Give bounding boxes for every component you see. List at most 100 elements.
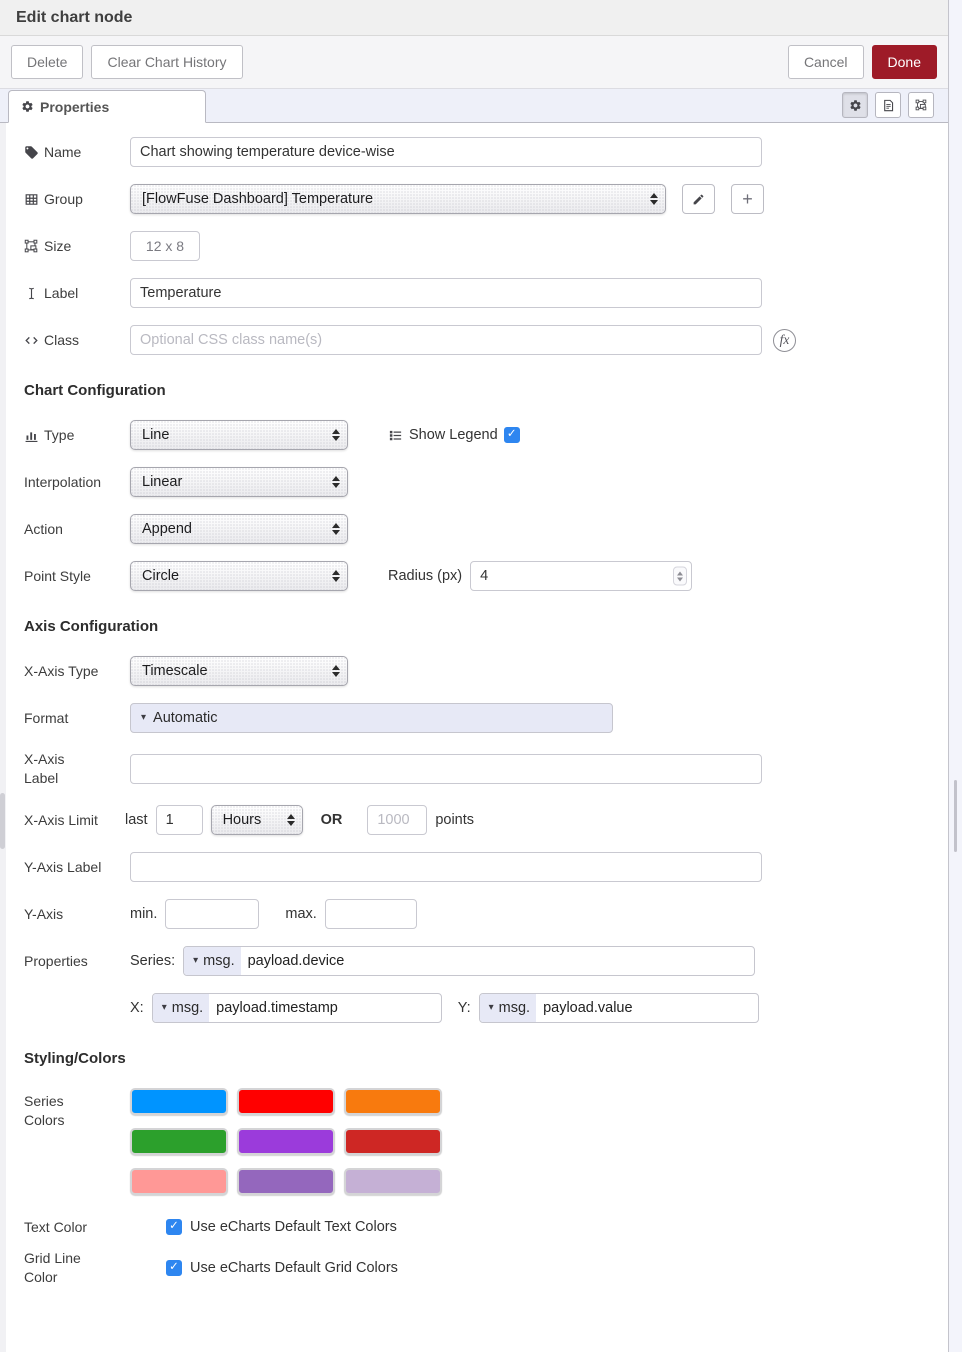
min-label: min. bbox=[130, 906, 157, 922]
dialog-toolbar: Delete Clear Chart History Cancel Done bbox=[0, 36, 948, 89]
format-label: Format bbox=[24, 710, 130, 726]
point-style-select[interactable]: Circle bbox=[130, 561, 348, 591]
axis-configuration-heading: Axis Configuration bbox=[24, 618, 948, 635]
action-label: Action bbox=[24, 521, 130, 537]
format-row: Format ▾ Automatic bbox=[24, 703, 948, 733]
grid-line-color-checkbox[interactable] bbox=[166, 1260, 182, 1276]
class-label: Class bbox=[24, 332, 130, 348]
y-max-input[interactable] bbox=[325, 899, 417, 929]
radius-input-wrap bbox=[470, 561, 692, 591]
edit-node-dialog: Edit chart node Delete Clear Chart Histo… bbox=[0, 0, 949, 1352]
select-arrows-icon bbox=[324, 570, 340, 582]
cancel-button[interactable]: Cancel bbox=[788, 45, 864, 79]
or-label: OR bbox=[321, 812, 343, 828]
number-spinner[interactable] bbox=[673, 567, 687, 586]
node-description-button[interactable] bbox=[875, 92, 901, 118]
series-label: Series: bbox=[130, 953, 175, 969]
label-input[interactable] bbox=[130, 278, 762, 308]
dialog-title: Edit chart node bbox=[16, 9, 132, 27]
text-color-checkbox-label: Use eCharts Default Text Colors bbox=[190, 1219, 397, 1235]
tab-icon-buttons bbox=[842, 92, 934, 118]
series-color-swatch-6[interactable] bbox=[344, 1128, 442, 1155]
text-color-label: Text Color bbox=[24, 1219, 130, 1235]
size-button[interactable]: 12 x 8 bbox=[130, 231, 200, 261]
x-axis-label-row: X-Axis Label bbox=[24, 750, 948, 788]
name-row: Name bbox=[24, 137, 948, 167]
left-scroll-strip bbox=[0, 123, 6, 1352]
y-axis-label-label: Y-Axis Label bbox=[24, 859, 130, 875]
action-select[interactable]: Append bbox=[130, 514, 348, 544]
format-typedinput[interactable]: ▾ Automatic bbox=[130, 703, 613, 733]
series-typedinput[interactable]: ▾ msg. payload.device bbox=[183, 946, 755, 976]
typedinput-type-button[interactable]: ▾ msg. bbox=[184, 947, 240, 975]
limit-unit-select[interactable]: Hours bbox=[211, 805, 303, 835]
right-scrollbar-thumb[interactable] bbox=[954, 780, 957, 852]
select-arrows-icon bbox=[324, 476, 340, 488]
series-color-swatch-1[interactable] bbox=[130, 1088, 228, 1115]
typedinput-type-button[interactable]: ▾ msg. bbox=[153, 994, 209, 1022]
type-row: Type Line Show Legend bbox=[24, 420, 948, 450]
series-color-swatch-2[interactable] bbox=[237, 1088, 335, 1115]
plus-icon: + bbox=[742, 189, 753, 210]
typedinput-type-button[interactable]: ▾ msg. bbox=[480, 994, 536, 1022]
name-input[interactable] bbox=[130, 137, 762, 167]
x-axis-limit-row: X-Axis Limit last Hours OR points bbox=[24, 805, 948, 835]
group-row: Group [FlowFuse Dashboard] Temperature + bbox=[24, 184, 948, 214]
x-typedinput[interactable]: ▾ msg. payload.timestamp bbox=[152, 993, 442, 1023]
series-colors-row: Series Colors bbox=[24, 1088, 948, 1195]
tab-properties[interactable]: Properties bbox=[8, 90, 206, 123]
series-color-swatch-7[interactable] bbox=[130, 1168, 228, 1195]
x-axis-label-input[interactable] bbox=[130, 754, 762, 784]
series-color-swatch-9[interactable] bbox=[344, 1168, 442, 1195]
x-axis-type-label: X-Axis Type bbox=[24, 663, 130, 679]
clear-chart-history-button[interactable]: Clear Chart History bbox=[91, 45, 242, 79]
delete-button[interactable]: Delete bbox=[11, 45, 83, 79]
y-axis-label-input[interactable] bbox=[130, 852, 762, 882]
interpolation-select[interactable]: Linear bbox=[130, 467, 348, 497]
point-style-label: Point Style bbox=[24, 568, 130, 584]
tag-icon bbox=[24, 145, 39, 160]
legend-icon bbox=[388, 428, 403, 443]
bar-chart-icon bbox=[24, 428, 39, 443]
class-input[interactable] bbox=[130, 325, 762, 355]
series-color-swatch-4[interactable] bbox=[130, 1128, 228, 1155]
y-axis-label: Y-Axis bbox=[24, 906, 130, 922]
text-color-checkbox[interactable] bbox=[166, 1219, 182, 1235]
node-properties-button[interactable] bbox=[842, 92, 868, 118]
interpolation-row: Interpolation Linear bbox=[24, 467, 948, 497]
show-legend-checkbox[interactable] bbox=[504, 427, 520, 443]
series-color-swatch-8[interactable] bbox=[237, 1168, 335, 1195]
gear-icon bbox=[849, 99, 862, 112]
x-axis-type-select[interactable]: Timescale bbox=[130, 656, 348, 686]
type-select[interactable]: Line bbox=[130, 420, 348, 450]
limit-value-input[interactable] bbox=[156, 805, 203, 835]
y-min-input[interactable] bbox=[165, 899, 259, 929]
done-button[interactable]: Done bbox=[872, 45, 937, 79]
name-label: Name bbox=[24, 144, 130, 160]
select-arrows-icon bbox=[324, 665, 340, 677]
radius-input[interactable] bbox=[470, 561, 692, 591]
series-color-swatch-5[interactable] bbox=[237, 1128, 335, 1155]
y-typedinput[interactable]: ▾ msg. payload.value bbox=[479, 993, 759, 1023]
left-scrollbar-thumb[interactable] bbox=[0, 793, 5, 849]
dialog-header: Edit chart node bbox=[0, 0, 948, 36]
max-label: max. bbox=[285, 906, 316, 922]
series-color-swatch-3[interactable] bbox=[344, 1088, 442, 1115]
node-appearance-button[interactable] bbox=[908, 92, 934, 118]
text-cursor-icon bbox=[24, 286, 39, 301]
caret-down-icon: ▾ bbox=[162, 1003, 167, 1013]
series-row: Properties Series: ▾ msg. payload.device bbox=[24, 946, 948, 976]
limit-points-input[interactable] bbox=[367, 805, 427, 835]
points-label: points bbox=[435, 812, 474, 828]
edit-group-button[interactable] bbox=[682, 184, 715, 214]
group-select[interactable]: [FlowFuse Dashboard] Temperature bbox=[130, 184, 666, 214]
grid-line-color-row: Grid Line Color Use eCharts Default Grid… bbox=[24, 1249, 948, 1287]
show-legend-label: Show Legend bbox=[409, 427, 498, 443]
last-label: last bbox=[125, 812, 148, 828]
tab-properties-label: Properties bbox=[40, 99, 109, 115]
series-colors-grid bbox=[130, 1088, 442, 1195]
add-group-button[interactable]: + bbox=[731, 184, 764, 214]
type-label: Type bbox=[24, 427, 130, 443]
select-arrows-icon bbox=[642, 193, 658, 205]
fx-icon[interactable]: fx bbox=[773, 329, 796, 352]
